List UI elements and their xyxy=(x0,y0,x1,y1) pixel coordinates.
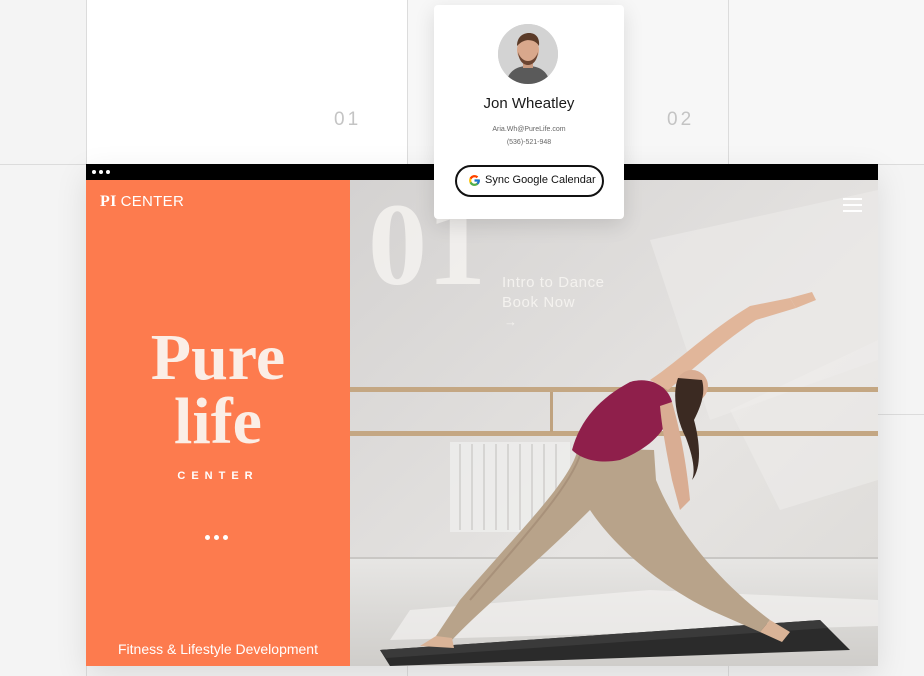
calendar-cell[interactable] xyxy=(729,0,924,164)
hero-title-line: life xyxy=(174,385,262,458)
avatar xyxy=(498,24,558,84)
site-tagline: Fitness & Lifestyle Development xyxy=(118,641,318,657)
logo-mark: PI xyxy=(100,193,117,210)
profile-phone[interactable]: (536)-521-948 xyxy=(434,139,624,146)
profile-card: Jon Wheatley Aria.Wh@PureLife.com (536)-… xyxy=(434,5,624,219)
hero-title-line: Pure xyxy=(150,321,286,394)
window-dot[interactable] xyxy=(106,170,110,174)
hero-subtitle: CENTER xyxy=(177,470,259,482)
window-dot[interactable] xyxy=(99,170,103,174)
logo-text: CENTER xyxy=(120,193,185,210)
google-icon xyxy=(469,175,480,186)
sync-google-calendar-button[interactable]: Sync Google Calendar xyxy=(455,165,604,197)
calendar-cell[interactable] xyxy=(87,0,407,164)
grid-divider xyxy=(878,414,924,415)
day-number: 01 xyxy=(334,109,362,130)
browser-window: PI CENTER Pure life CENTER Fitness & Life… xyxy=(86,164,878,666)
class-title: Intro to Dance xyxy=(502,274,605,291)
window-dot[interactable] xyxy=(92,170,96,174)
hero-photo: 01 Intro to Dance Book Now → xyxy=(350,180,878,666)
profile-email[interactable]: Aria.Wh@PureLife.com xyxy=(434,126,624,133)
sync-button-label: Sync Google Calendar xyxy=(485,174,596,186)
day-number: 02 xyxy=(667,109,695,130)
arrow-right-icon[interactable]: → xyxy=(504,314,517,329)
more-dots-icon[interactable] xyxy=(203,535,233,541)
profile-name: Jon Wheatley xyxy=(483,95,575,112)
class-info[interactable]: Intro to Dance Book Now xyxy=(502,273,605,313)
hamburger-menu-icon[interactable] xyxy=(843,198,862,212)
book-now-link[interactable]: Book Now xyxy=(502,293,605,313)
hero-left-panel: PI CENTER Pure life CENTER Fitness & Life… xyxy=(86,180,350,666)
hero-title: Pure life xyxy=(86,321,350,458)
site-logo[interactable]: PI CENTER xyxy=(100,193,184,211)
